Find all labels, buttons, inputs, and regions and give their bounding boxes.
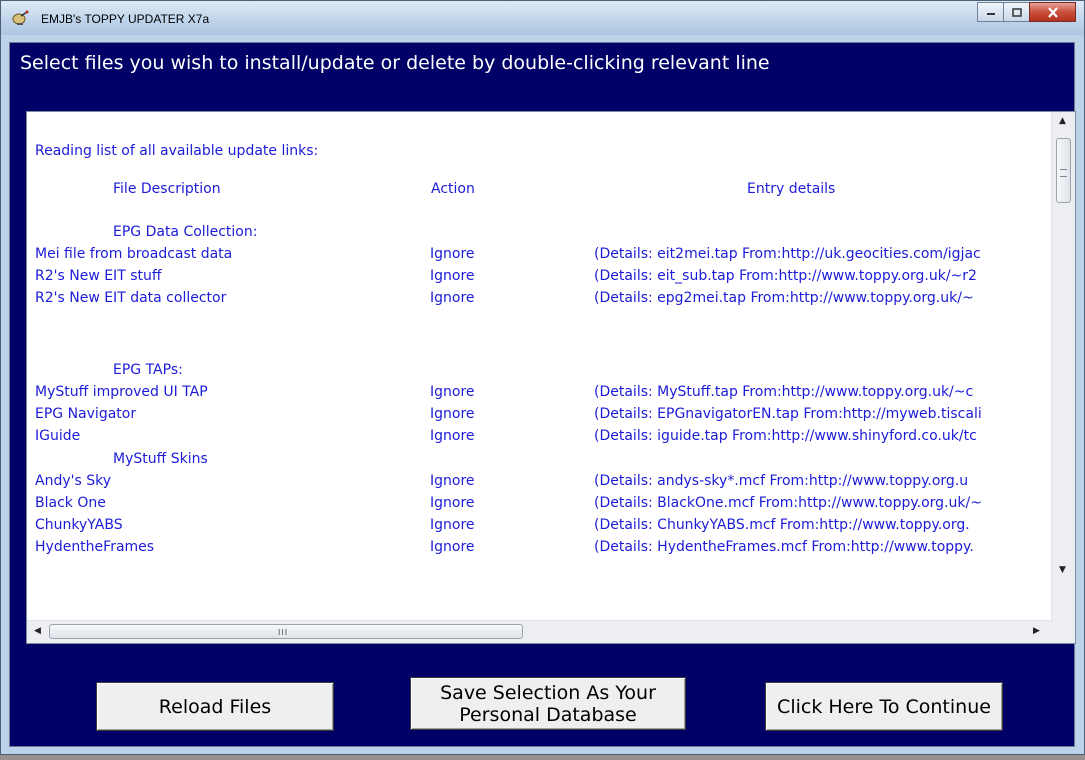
row-details: (Details: ChunkyYABS.mcf From:http://www…: [594, 517, 970, 533]
scroll-left-icon[interactable]: ◀: [34, 627, 41, 636]
group-heading: MyStuff Skins: [113, 451, 208, 467]
row-action: Ignore: [430, 384, 475, 400]
group-heading-line[interactable]: MyStuff Skins: [27, 449, 1053, 469]
save-selection-label: Save Selection As Your Personal Database: [440, 682, 656, 726]
list-content: Reading list of all available update lin…: [27, 112, 1053, 622]
row-description: IGuide: [35, 428, 81, 444]
row-action: Ignore: [430, 428, 475, 444]
close-button[interactable]: [1029, 2, 1076, 22]
horizontal-scroll-thumb[interactable]: III: [49, 624, 523, 639]
group-heading-line[interactable]: EPG TAPs:: [27, 360, 1053, 380]
maximize-button[interactable]: [1003, 2, 1030, 22]
row-details: (Details: MyStuff.tap From:http://www.to…: [594, 384, 974, 400]
row-action: Ignore: [430, 517, 475, 533]
continue-button[interactable]: Click Here To Continue: [765, 682, 1003, 731]
list-row[interactable]: R2's New EIT data collector Ignore (Detail…: [27, 288, 1053, 308]
scroll-right-icon[interactable]: ▶: [1033, 627, 1040, 636]
update-links-listbox[interactable]: Reading list of all available update lin…: [26, 111, 1076, 644]
client-area: Select files you wish to install/update …: [9, 42, 1076, 747]
row-action: Ignore: [430, 406, 475, 422]
window-title: EMJB's TOPPY UPDATER X7a: [41, 12, 210, 26]
row-details: (Details: iguide.tap From:http://www.shi…: [594, 428, 977, 444]
row-action: Ignore: [430, 268, 475, 284]
row-details: (Details: BlackOne.mcf From:http://www.t…: [594, 495, 982, 511]
list-row[interactable]: ChunkyYABS Ignore (Details: ChunkyYABS.mcf…: [27, 515, 1053, 535]
list-row[interactable]: IGuide Ignore (Details: iguide.tap From:ht…: [27, 426, 1053, 446]
row-details: (Details: HydentheFrames.mcf From:http:/…: [594, 539, 974, 555]
list-row[interactable]: MyStuff improved UI TAP Ignore (Details: M…: [27, 382, 1053, 402]
vertical-scroll-thumb[interactable]: [1056, 138, 1071, 203]
horizontal-scrollbar[interactable]: ◀ III ▶: [27, 620, 1053, 643]
vertical-scrollbar[interactable]: ▲ ▼: [1051, 112, 1075, 622]
row-details: (Details: EPGnavigatorEN.tap From:http:/…: [594, 406, 982, 422]
list-row[interactable]: Andy's Sky Ignore (Details: andys-sky*.mcf…: [27, 471, 1053, 491]
row-description: Black One: [35, 495, 106, 511]
row-action: Ignore: [430, 539, 475, 555]
list-intro-line[interactable]: Reading list of all available update lin…: [27, 141, 1053, 161]
row-action: Ignore: [430, 246, 475, 262]
grip-icon: [1060, 169, 1067, 177]
list-intro: Reading list of all available update lin…: [35, 143, 319, 159]
row-description: Mei file from broadcast data: [35, 246, 233, 262]
row-description: Andy's Sky: [35, 473, 111, 489]
header-action: Action: [431, 181, 475, 197]
scroll-up-icon[interactable]: ▲: [1059, 117, 1066, 126]
list-row[interactable]: R2's New EIT stuff Ignore (Details: eit_su…: [27, 266, 1053, 286]
grip-icon: III: [278, 628, 289, 637]
close-icon: [1047, 6, 1058, 18]
group-heading: EPG Data Collection:: [113, 224, 258, 240]
satellite-dish-icon: [12, 10, 29, 25]
row-action: Ignore: [430, 290, 475, 306]
group-heading-line[interactable]: EPG Data Collection:: [27, 222, 1053, 242]
row-details: (Details: eit_sub.tap From:http://www.to…: [594, 268, 977, 284]
row-details: (Details: eit2mei.tap From:http://uk.geo…: [594, 246, 981, 262]
app-window: EMJB's TOPPY UPDATER X7a Select files yo…: [0, 0, 1085, 755]
header-file-description: File Description: [113, 181, 221, 197]
header-entry-details: Entry details: [747, 181, 836, 197]
list-row[interactable]: HydentheFrames Ignore (Details: HydentheFr…: [27, 537, 1053, 557]
save-selection-button[interactable]: Save Selection As Your Personal Database: [410, 677, 686, 730]
row-details: (Details: andys-sky*.mcf From:http://www…: [594, 473, 969, 489]
row-description: ChunkyYABS: [35, 517, 123, 533]
row-action: Ignore: [430, 495, 475, 511]
row-action: Ignore: [430, 473, 475, 489]
reload-files-label: Reload Files: [158, 695, 272, 718]
instruction-heading: Select files you wish to install/update …: [20, 52, 770, 74]
maximize-icon: [1011, 7, 1022, 17]
list-row[interactable]: Mei file from broadcast data Ignore (Detai…: [27, 244, 1053, 264]
continue-label: Click Here To Continue: [777, 695, 991, 718]
list-row[interactable]: Black One Ignore (Details: BlackOne.mcf Fr…: [27, 493, 1053, 513]
row-description: EPG Navigator: [35, 406, 137, 422]
reload-files-button[interactable]: Reload Files: [96, 682, 334, 731]
minimize-button[interactable]: [977, 2, 1004, 22]
row-details: (Details: epg2mei.tap From:http://www.to…: [594, 290, 974, 306]
save-selection-line1: Save Selection As Your: [440, 681, 656, 704]
title-bar[interactable]: EMJB's TOPPY UPDATER X7a: [1, 1, 1084, 35]
row-description: R2's New EIT stuff: [35, 268, 162, 284]
caption-buttons: [977, 2, 1076, 24]
group-heading: EPG TAPs:: [113, 362, 183, 378]
row-description: MyStuff improved UI TAP: [35, 384, 208, 400]
column-header-line[interactable]: File Description Action Entry details: [27, 179, 1053, 199]
scroll-down-icon[interactable]: ▼: [1059, 566, 1066, 575]
row-description: HydentheFrames: [35, 539, 155, 555]
scrollbar-corner: [1052, 621, 1075, 643]
list-row[interactable]: EPG Navigator Ignore (Details: EPGnavigato…: [27, 404, 1053, 424]
minimize-icon: [986, 13, 995, 15]
row-description: R2's New EIT data collector: [35, 290, 227, 306]
save-selection-line2: Personal Database: [459, 703, 637, 726]
